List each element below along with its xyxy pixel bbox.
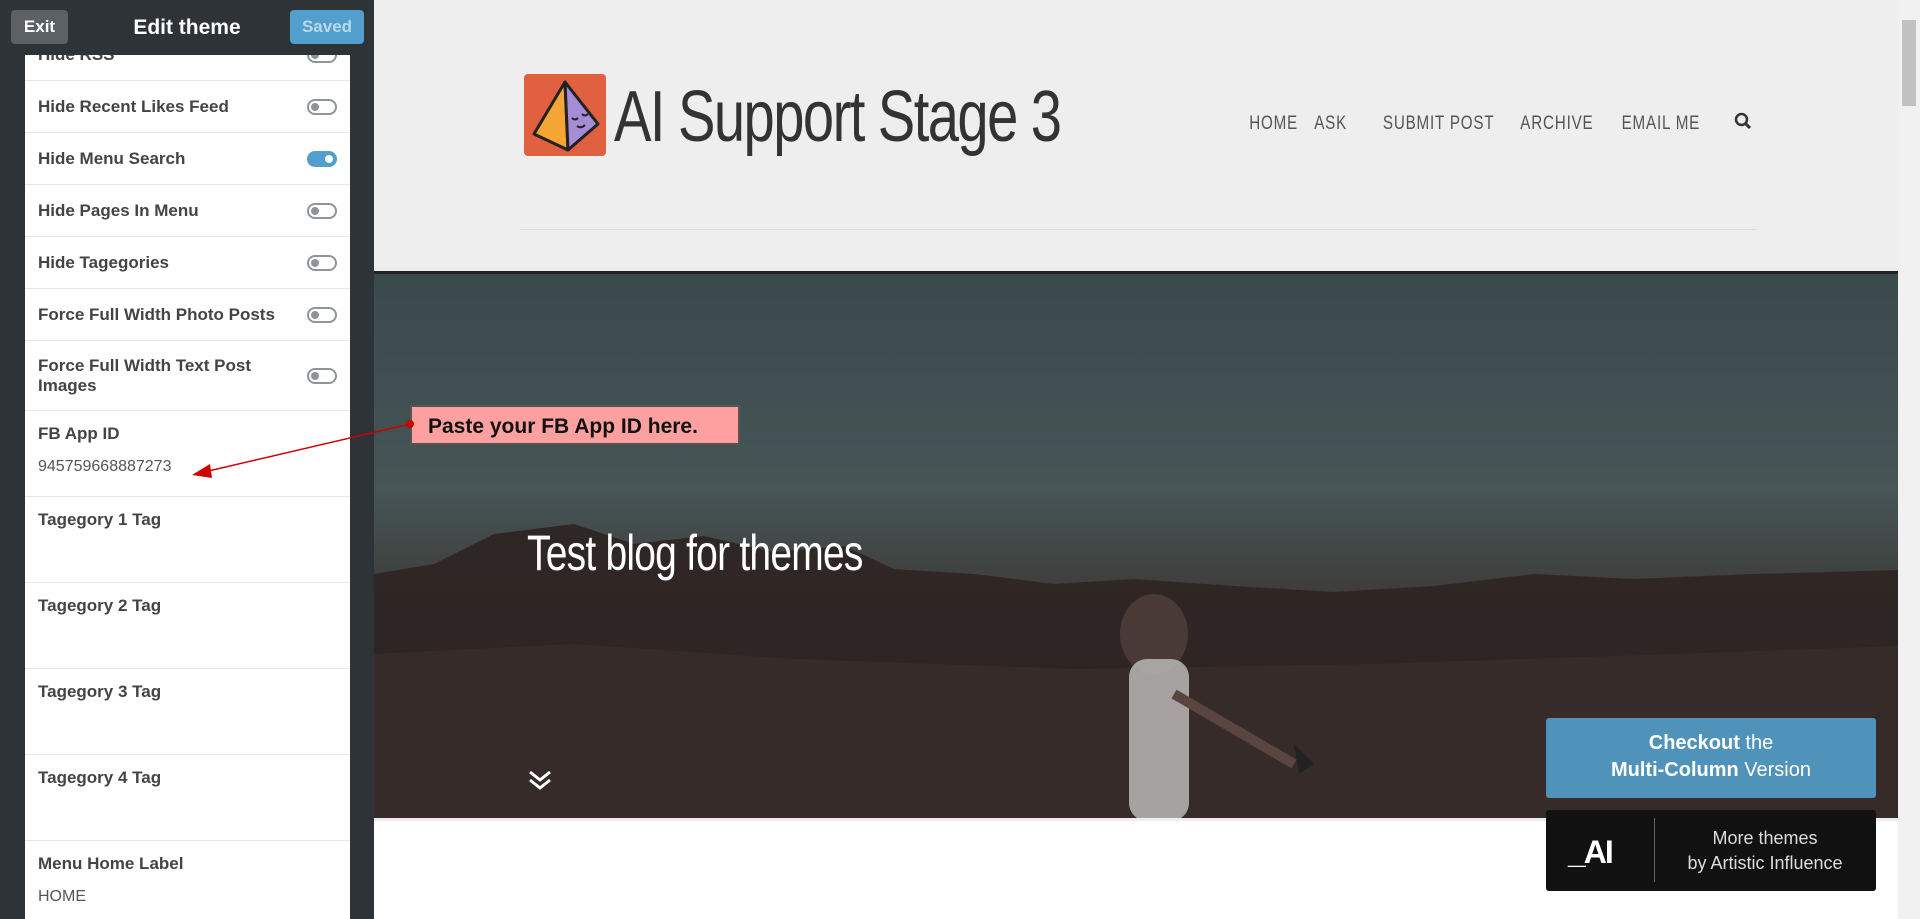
more-themes-text: More themes by Artistic Influence <box>1654 826 1876 876</box>
blog-header: AI Support Stage 3 HOME ASK SUBMIT POST … <box>374 0 1900 272</box>
exit-button[interactable]: Exit <box>11 10 68 44</box>
force-full-width-photo-toggle[interactable] <box>307 306 337 323</box>
theme-editor-panel: Exit Edit theme Saved Hide RSS Hide Rece… <box>0 0 374 919</box>
editor-header: Exit Edit theme Saved <box>0 0 374 55</box>
blog-logo[interactable] <box>524 74 606 156</box>
hide-rss-toggle[interactable] <box>307 55 337 63</box>
saved-button[interactable]: Saved <box>290 10 364 44</box>
field-tagegory-4-tag: Tagegory 4 Tag <box>25 755 350 841</box>
annotation-callout: Paste your FB App ID here. <box>410 405 740 445</box>
promo-bold-1: Checkout <box>1648 732 1740 754</box>
main-nav: HOME ASK SUBMIT POST ARCHIVE EMAIL ME <box>1249 112 1752 135</box>
field-label: FB App ID <box>38 424 120 443</box>
field-tagegory-3-tag: Tagegory 3 Tag <box>25 669 350 755</box>
field-label: Tagegory 1 Tag <box>38 510 162 529</box>
promo-rest-1: the <box>1739 732 1774 754</box>
artistic-influence-logo-icon: _AI <box>1568 834 1614 870</box>
promo-bold-2: Multi-Column <box>1610 759 1739 781</box>
field-menu-home-label: Menu Home Label HOME <box>25 841 350 919</box>
hero-title: Test blog for themes <box>527 525 863 581</box>
field-tagegory-2-tag: Tagegory 2 Tag <box>25 583 350 669</box>
field-label: Tagegory 2 Tag <box>38 596 162 615</box>
promo-rest-2: Version <box>1738 759 1811 781</box>
hide-pages-in-menu-toggle[interactable] <box>307 202 337 219</box>
option-label: Force Full Width Text Post Images <box>38 355 251 395</box>
checkout-multicolumn-button[interactable]: Checkout the Multi-Column Version <box>1546 718 1876 798</box>
option-label: Hide Menu Search <box>38 148 186 168</box>
option-force-full-width-text-images: Force Full Width Text Post Images <box>25 341 350 411</box>
hide-menu-search-toggle[interactable] <box>307 150 337 167</box>
option-label: Force Full Width Photo Posts <box>38 304 275 324</box>
option-hide-menu-search: Hide Menu Search <box>25 133 350 185</box>
option-hide-pages-in-menu: Hide Pages In Menu <box>25 185 350 237</box>
nav-ask[interactable]: ASK <box>1314 113 1347 135</box>
hide-recent-likes-toggle[interactable] <box>307 98 337 115</box>
more-themes-button[interactable]: _AI More themes by Artistic Influence <box>1546 810 1876 891</box>
option-label: Hide RSS <box>38 55 307 65</box>
field-label: Tagegory 3 Tag <box>38 682 162 701</box>
theme-preview: AI Support Stage 3 HOME ASK SUBMIT POST … <box>374 0 1920 919</box>
blog-title[interactable]: AI Support Stage 3 <box>614 76 1062 158</box>
pyramid-logo-icon <box>532 80 600 152</box>
search-icon[interactable] <box>1734 112 1752 135</box>
fb-app-id-input[interactable]: 945759668887273 <box>38 458 337 476</box>
more-themes-line-2: by Artistic Influence <box>1687 853 1843 873</box>
hide-tagegories-toggle[interactable] <box>307 254 337 271</box>
field-label: Menu Home Label <box>38 854 184 873</box>
nav-submit-post[interactable]: SUBMIT POST <box>1383 113 1495 135</box>
option-hide-rss: Hide RSS <box>25 55 350 81</box>
option-label: Hide Recent Likes Feed <box>38 96 229 116</box>
option-label: Hide Pages In Menu <box>38 200 199 220</box>
preview-scrollbar[interactable] <box>1898 0 1920 919</box>
field-fb-app-id: FB App ID 945759668887273 <box>25 411 350 497</box>
scrollbar-thumb[interactable] <box>1902 20 1916 106</box>
nav-email-me[interactable]: EMAIL ME <box>1622 113 1700 135</box>
field-tagegory-1-tag: Tagegory 1 Tag <box>25 497 350 583</box>
header-divider <box>520 229 1756 230</box>
menu-home-label-input[interactable]: HOME <box>38 888 337 906</box>
option-hide-tagegories: Hide Tagegories <box>25 237 350 289</box>
option-force-full-width-photo-posts: Force Full Width Photo Posts <box>25 289 350 341</box>
editor-options-list[interactable]: Hide RSS Hide Recent Likes Feed Hide Men… <box>25 55 350 919</box>
field-label: Tagegory 4 Tag <box>38 768 162 787</box>
option-label: Hide Tagegories <box>38 252 169 272</box>
nav-home[interactable]: HOME <box>1249 113 1298 135</box>
more-themes-line-1: More themes <box>1712 828 1818 848</box>
force-full-width-text-toggle[interactable] <box>307 367 337 384</box>
double-chevron-down-icon[interactable] <box>527 769 553 796</box>
option-hide-recent-likes-feed: Hide Recent Likes Feed <box>25 81 350 133</box>
nav-archive[interactable]: ARCHIVE <box>1521 113 1594 135</box>
